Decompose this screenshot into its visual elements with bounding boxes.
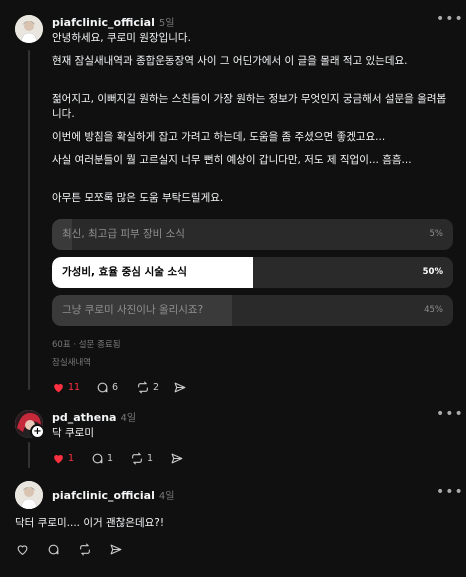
repost-icon [138,381,148,394]
post-paragraph-2: 현재 잠실새내역과 종합운동장역 사이 그 어딘가에서 이 글을 몰래 적고 있… [52,55,408,67]
poll-option-percent: 5% [429,229,444,239]
more-options-icon[interactable]: ••• [436,11,464,27]
username-text[interactable]: piafclinic_official [52,489,155,502]
share-button[interactable] [170,452,184,465]
reply2-time: 4일 [158,491,175,502]
poll-option-3[interactable]: 그냥 쿠로미 사진이나 올리시죠? 45% [52,295,453,326]
reply-text: 닥 쿠로미 [52,427,94,439]
more-options-icon[interactable]: ••• [436,484,464,500]
like-button[interactable]: 11 [52,381,80,394]
avatar[interactable] [15,15,43,43]
send-icon [110,544,122,555]
poll-option-label: 그냥 쿠로미 사진이나 올리시죠? [62,304,204,316]
comment-button[interactable]: 6 [96,381,118,394]
poll-option-percent: 50% [422,267,443,277]
comment-icon [92,453,103,464]
repost-count: 1 [147,453,154,464]
post-paragraph-6: 아무튼 모쪼록 많은 도움 부탁드릴게요. [52,192,224,204]
like-count: 11 [68,382,81,393]
reply2-avatar[interactable] [15,481,43,509]
reply-username[interactable]: pd_athena 4일 [52,409,136,424]
repost-count: 2 [153,382,160,393]
like-button[interactable]: 1 [52,452,74,465]
post-paragraph-3: 젊어지고, 이뻐지길 원하는 스친들이 가장 원하는 정보가 무엇인지 궁금해서… [52,93,447,120]
repost-button[interactable] [78,543,92,556]
comment-count: 6 [112,382,119,393]
reply-time: 4일 [120,413,137,424]
comment-count: 1 [107,453,114,464]
comment-button[interactable] [47,543,60,556]
like-button[interactable] [16,543,29,556]
poll-option-label: 최신, 최고급 피부 장비 소식 [62,228,185,240]
heart-filled-icon [54,383,63,393]
poll-option-label: 가성비, 효율 중심 시술 소식 [62,266,187,278]
heart-outline-icon [17,545,28,556]
thread-line [28,442,30,468]
username-text[interactable]: pd_athena [52,411,116,424]
send-icon [174,382,186,393]
comment-button[interactable]: 1 [91,452,113,465]
post-time: 5일 [158,18,175,29]
send-icon [171,453,183,464]
repost-button[interactable]: 1 [130,452,153,465]
reply2-username[interactable]: piafclinic_official 4일 [52,487,174,502]
location-tag[interactable]: 잠실새내역 [52,356,91,368]
post-paragraph-1: 안녕하세요, 쿠로미 원장입니다. [52,32,191,44]
reply2-text: 닥터 쿠로미.... 이거 괜찮은데요?! [15,517,165,529]
thread-line [28,50,30,390]
post-username[interactable]: piafclinic_official 5일 [52,14,174,29]
poll-option-1[interactable]: 최신, 최고급 피부 장비 소식 5% [52,219,453,250]
comment-icon [97,382,108,393]
poll-option-2[interactable]: 가성비, 효율 중심 시술 소식 50% [52,257,453,288]
post-paragraph-4: 이번에 방침을 확실하게 잡고 가려고 하는데, 도움을 좀 주셨으면 좋겠고요… [52,131,386,143]
share-button[interactable] [173,381,187,394]
heart-filled-icon [54,454,63,464]
repost-icon [132,452,142,465]
username-text[interactable]: piafclinic_official [52,16,155,29]
comment-icon [48,544,59,555]
follow-plus-icon[interactable]: + [30,424,45,439]
post-paragraph-5: 사실 여러분들이 뭘 고르실지 너무 뻔히 예상이 갑니다만, 저도 제 직업이… [52,154,412,166]
share-button[interactable] [109,543,123,556]
repost-icon [80,543,90,556]
poll-option-percent: 45% [424,305,443,315]
repost-button[interactable]: 2 [136,381,159,394]
more-options-icon[interactable]: ••• [436,406,464,422]
poll-summary: 60표 · 설문 종료됨 [52,340,121,350]
like-count: 1 [68,453,75,464]
